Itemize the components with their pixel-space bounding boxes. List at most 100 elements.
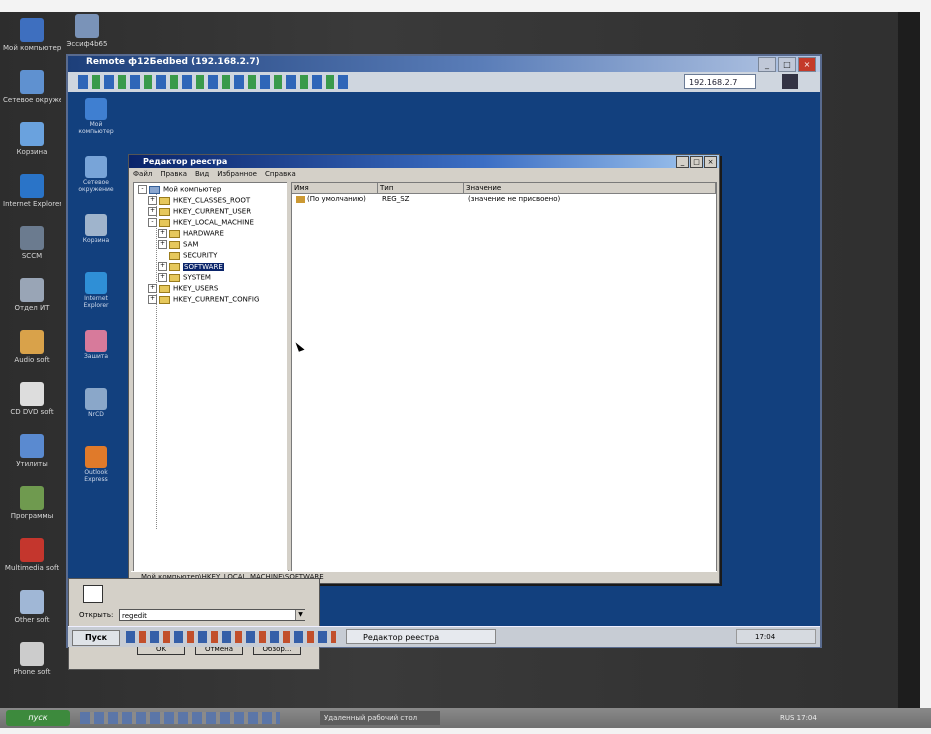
- open-input[interactable]: regedit: [119, 609, 305, 621]
- collapse-icon[interactable]: -: [138, 185, 147, 194]
- remote-desktop: Мой компьютер Сетевое окружение Корзина Int…: [68, 92, 820, 670]
- list-header: Имя Тип Значение: [292, 183, 716, 194]
- expand-icon[interactable]: +: [148, 295, 157, 304]
- remote-desktop-icon[interactable]: Outlook Express: [74, 446, 118, 483]
- expand-icon[interactable]: +: [158, 229, 167, 238]
- outer-desktop-icon[interactable]: Утилиты: [3, 434, 61, 468]
- outer-top-icon[interactable]: Эссиф4b65: [58, 14, 116, 48]
- tree-node[interactable]: + SAM: [158, 240, 198, 250]
- other-icon: [20, 590, 44, 614]
- values-list[interactable]: Имя Тип Значение (По умолчанию) REG_SZ (…: [291, 182, 717, 572]
- remote-title: Remote ф12Бedbed (192.168.2.7): [86, 57, 260, 67]
- close-button[interactable]: ×: [704, 156, 717, 168]
- desktop-item-icon: [85, 156, 107, 178]
- remote-desktop-icon[interactable]: Сетевое окружение: [74, 156, 118, 193]
- column-type[interactable]: Тип: [378, 183, 464, 193]
- tree-node[interactable]: + HARDWARE: [158, 229, 224, 239]
- remote-desktop-icon[interactable]: Мой компьютер: [74, 98, 118, 135]
- remote-desktop-icon[interactable]: Корзина: [74, 214, 118, 244]
- maximize-button[interactable]: □: [778, 57, 796, 72]
- outer-task-button[interactable]: Удаленный рабочий стол: [320, 711, 440, 725]
- outer-quick-launch[interactable]: [80, 712, 280, 724]
- tree-node-label: SAM: [183, 240, 199, 249]
- outer-top-icon-label: Эссиф4b65: [66, 40, 108, 48]
- tree-node[interactable]: SECURITY: [158, 251, 217, 261]
- tree-node-label: HKEY_CURRENT_CONFIG: [173, 295, 260, 304]
- outer-desktop-icon[interactable]: SCCM: [3, 226, 61, 260]
- remote-desktop-icon-label: NrCD: [88, 411, 104, 418]
- menu-view[interactable]: Вид: [195, 168, 209, 180]
- remote-desktop-icon[interactable]: Зашита: [74, 330, 118, 360]
- tree-node[interactable]: + SYSTEM: [158, 273, 211, 283]
- tree-node[interactable]: + SOFTWARE: [158, 262, 224, 272]
- string-value-icon: [296, 195, 305, 203]
- tree-node-label: Мой компьютер: [163, 185, 222, 194]
- minimize-button[interactable]: _: [758, 57, 776, 72]
- outer-desktop-icon[interactable]: Отдел ИТ: [3, 278, 61, 312]
- tree-node[interactable]: + HKEY_USERS: [148, 284, 218, 294]
- remote-desktop-icon[interactable]: Internet Explorer: [74, 272, 118, 309]
- tree-node[interactable]: + HKEY_CLASSES_ROOT: [148, 196, 250, 206]
- start-button[interactable]: Пуск: [72, 630, 120, 646]
- outer-desktop-icon[interactable]: Other soft: [3, 590, 61, 624]
- menu-favorites[interactable]: Избранное: [217, 168, 257, 180]
- connect-icon[interactable]: [782, 74, 798, 89]
- tree-node[interactable]: + HKEY_CURRENT_CONFIG: [148, 295, 259, 305]
- expand-icon[interactable]: +: [148, 207, 157, 216]
- remote-desktop-window[interactable]: Remote ф12Бedbed (192.168.2.7) _ □ × 192…: [66, 54, 822, 670]
- expand-icon[interactable]: +: [148, 196, 157, 205]
- quick-launch[interactable]: [126, 631, 336, 643]
- outer-desktop-icon[interactable]: Audio soft: [3, 330, 61, 364]
- row-name[interactable]: (По умолчанию): [296, 195, 366, 204]
- open-label: Открыть:: [79, 611, 114, 619]
- remote-window-controls: _ □ ×: [758, 57, 816, 72]
- outer-desktop-icon[interactable]: Multimedia soft: [3, 538, 61, 572]
- maximize-button[interactable]: □: [690, 156, 703, 168]
- remote-taskbar: Пуск Редактор реестра 17:04: [68, 626, 820, 647]
- outer-desktop-icon[interactable]: CD DVD soft: [3, 382, 61, 416]
- run-icon: [83, 585, 103, 603]
- close-button[interactable]: ×: [798, 57, 816, 72]
- outer-desktop-icon[interactable]: Корзина: [3, 122, 61, 156]
- remote-desktop-icon[interactable]: NrCD: [74, 388, 118, 418]
- outer-desktop-icon[interactable]: Internet Explorer: [3, 174, 61, 208]
- outer-desktop-icon[interactable]: Сетевое окружение: [3, 70, 61, 104]
- minimize-button[interactable]: _: [676, 156, 689, 168]
- expand-icon[interactable]: +: [158, 273, 167, 282]
- remote-desktop-icon-label: Зашита: [83, 353, 109, 360]
- outer-desktop-icon[interactable]: Мой компьютер: [3, 18, 61, 52]
- desktop-item-icon: [85, 272, 107, 294]
- file-icon: [75, 14, 99, 38]
- regedit-window[interactable]: Редактор реестра _ □ × Файл Правка Вид И…: [128, 154, 720, 584]
- outer-desktop-icon-label: Сетевое окружение: [3, 96, 61, 104]
- registry-tree[interactable]: - Мой компьютер + HKEY_CLASSES_ROOT + HKEY_CU…: [133, 182, 289, 572]
- tree-node-label: HKEY_LOCAL_MACHINE: [173, 218, 254, 227]
- tree-node[interactable]: + HKEY_CURRENT_USER: [148, 207, 251, 217]
- desktop-item-icon: [85, 214, 107, 236]
- menu-edit[interactable]: Правка: [160, 168, 187, 180]
- tree-node[interactable]: - HKEY_LOCAL_MACHINE: [148, 218, 254, 228]
- tree-node-label: HARDWARE: [183, 229, 224, 238]
- outer-desktop-icon[interactable]: Программы: [3, 486, 61, 520]
- chevron-down-icon[interactable]: ▼: [295, 610, 305, 620]
- toolbar-icons[interactable]: [78, 75, 348, 89]
- tree-node-label: HKEY_CLASSES_ROOT: [173, 196, 251, 205]
- remote-titlebar[interactable]: Remote ф12Бedbed (192.168.2.7) _ □ ×: [68, 56, 820, 72]
- expand-icon[interactable]: +: [148, 284, 157, 293]
- column-value[interactable]: Значение: [464, 183, 716, 193]
- menu-help[interactable]: Справка: [265, 168, 296, 180]
- menu-file[interactable]: Файл: [133, 168, 152, 180]
- column-name[interactable]: Имя: [292, 183, 378, 193]
- expand-icon[interactable]: +: [158, 262, 167, 271]
- expand-icon[interactable]: +: [158, 240, 167, 249]
- collapse-icon[interactable]: -: [148, 218, 157, 227]
- outer-start-button[interactable]: пуск: [6, 710, 70, 726]
- address-field[interactable]: 192.168.2.7: [684, 74, 756, 89]
- outer-desktop-icon[interactable]: Phone soft: [3, 642, 61, 676]
- outer-desktop-icon-label: Мой компьютер: [3, 44, 61, 52]
- desktop-item-icon: [85, 98, 107, 120]
- run-dialog[interactable]: Открыть: regedit ▼ OK Отмена Обзор...: [68, 578, 320, 670]
- taskbar-regedit-button[interactable]: Редактор реестра: [346, 629, 496, 644]
- regedit-titlebar[interactable]: Редактор реестра _ □ ×: [129, 155, 719, 168]
- tree-node[interactable]: - Мой компьютер: [138, 185, 221, 195]
